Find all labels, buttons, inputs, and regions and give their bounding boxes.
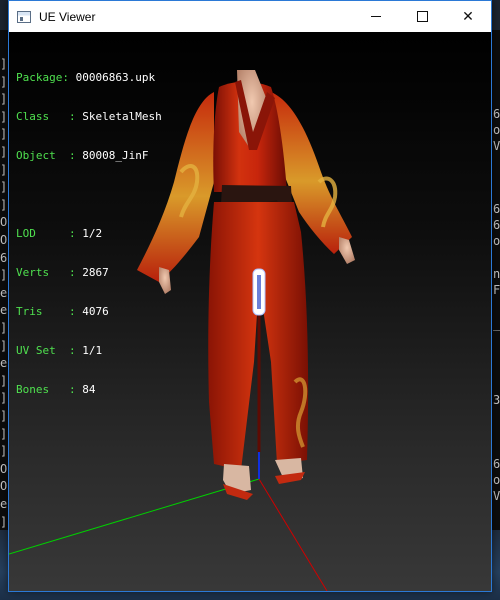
- background-console-char: ]: [0, 514, 8, 529]
- package-value: 00006863.upk: [75, 71, 156, 84]
- background-console-char: F: [493, 283, 500, 297]
- background-console-char: ]: [0, 426, 8, 441]
- character-model: [137, 70, 355, 500]
- background-console-char: o: [493, 234, 500, 248]
- background-console-char: 6: [0, 250, 8, 265]
- background-console-char: e: [0, 285, 8, 300]
- bones-value: 84: [82, 383, 96, 396]
- background-console-char: ]: [0, 391, 8, 406]
- background-console-char: _: [493, 317, 500, 331]
- maximize-button[interactable]: [399, 1, 445, 32]
- uvset-value: 1/1: [82, 344, 103, 357]
- class-value: SkeletalMesh: [82, 110, 162, 123]
- background-console-char: O: [0, 479, 8, 494]
- bones-label: Bones :: [16, 383, 83, 396]
- background-console-char: ]: [0, 74, 8, 89]
- background-console-char: ]: [0, 162, 8, 177]
- background-console-char: 6: [493, 202, 500, 216]
- background-console-char: ]: [0, 57, 8, 71]
- 3d-viewport[interactable]: Package: 00006863.upk Class : SkeletalMe…: [9, 32, 491, 591]
- background-console-char: ]: [0, 373, 8, 388]
- background-console-char: 6: [493, 457, 500, 471]
- package-row: Package: 00006863.upk: [16, 71, 162, 84]
- background-console-char: O: [0, 233, 8, 247]
- verts-value: 2867: [82, 266, 109, 279]
- package-label: Package:: [16, 71, 76, 84]
- title-bar[interactable]: UE Viewer ✕: [9, 1, 491, 32]
- minimize-icon: [371, 16, 381, 17]
- background-console-char: O: [0, 215, 8, 230]
- uvset-row: UV Set : 1/1: [16, 344, 162, 357]
- background-console-char: 3: [493, 393, 500, 407]
- background-console-char: ]: [0, 109, 8, 124]
- tris-label: Tris :: [16, 305, 83, 318]
- close-button[interactable]: ✕: [445, 1, 491, 32]
- background-console-char: 6: [493, 107, 500, 121]
- minimize-button[interactable]: [353, 1, 399, 32]
- mesh-info-overlay: Package: 00006863.upk Class : SkeletalMe…: [16, 45, 162, 422]
- verts-label: Verts :: [16, 266, 83, 279]
- class-label: Class :: [16, 110, 83, 123]
- background-console-char: ]: [0, 145, 8, 159]
- background-console-char: 6: [493, 218, 500, 232]
- tris-value: 4076: [82, 305, 109, 318]
- ue-viewer-window: UE Viewer ✕ Package: 00006863.upk Class …: [8, 0, 492, 592]
- axis-y-line: [258, 478, 328, 591]
- background-console-char: e: [0, 497, 8, 511]
- window-title: UE Viewer: [39, 9, 96, 24]
- lod-row: LOD : 1/2: [16, 227, 162, 240]
- background-console-char: n: [493, 267, 500, 281]
- background-console-char: ]: [0, 92, 8, 107]
- background-console-char: e: [0, 303, 8, 318]
- background-console-char: ]: [0, 180, 8, 195]
- verts-row: Verts : 2867: [16, 266, 162, 279]
- close-icon: ✕: [462, 8, 474, 25]
- background-console-char: ]: [0, 321, 8, 335]
- background-console-char: ]: [0, 268, 8, 283]
- maximize-icon: [416, 11, 428, 22]
- background-console-char: V: [493, 139, 500, 153]
- lod-value: 1/2: [82, 227, 103, 240]
- lod-label: LOD :: [16, 227, 83, 240]
- axis-x-line: [9, 478, 260, 555]
- background-console-char: ]: [0, 127, 8, 142]
- class-row: Class : SkeletalMesh: [16, 110, 162, 123]
- uvset-label: UV Set :: [16, 344, 83, 357]
- background-console-char: e: [0, 356, 8, 371]
- background-console-char: ]: [0, 444, 8, 459]
- object-row: Object : 80008_JinF: [16, 149, 162, 162]
- background-console-char: o: [493, 473, 500, 487]
- tris-row: Tris : 4076: [16, 305, 162, 318]
- background-console-char: ]: [0, 338, 8, 353]
- background-console-char: ]: [0, 197, 8, 212]
- object-value: 80008_JinF: [82, 149, 149, 162]
- object-label: Object :: [16, 149, 83, 162]
- background-console-char: ]: [0, 409, 8, 423]
- background-console-char: o: [493, 123, 500, 137]
- bones-row: Bones : 84: [16, 383, 162, 396]
- background-console-char: O: [0, 461, 8, 476]
- app-window-icon: [17, 10, 31, 23]
- background-console-char: V: [493, 489, 500, 503]
